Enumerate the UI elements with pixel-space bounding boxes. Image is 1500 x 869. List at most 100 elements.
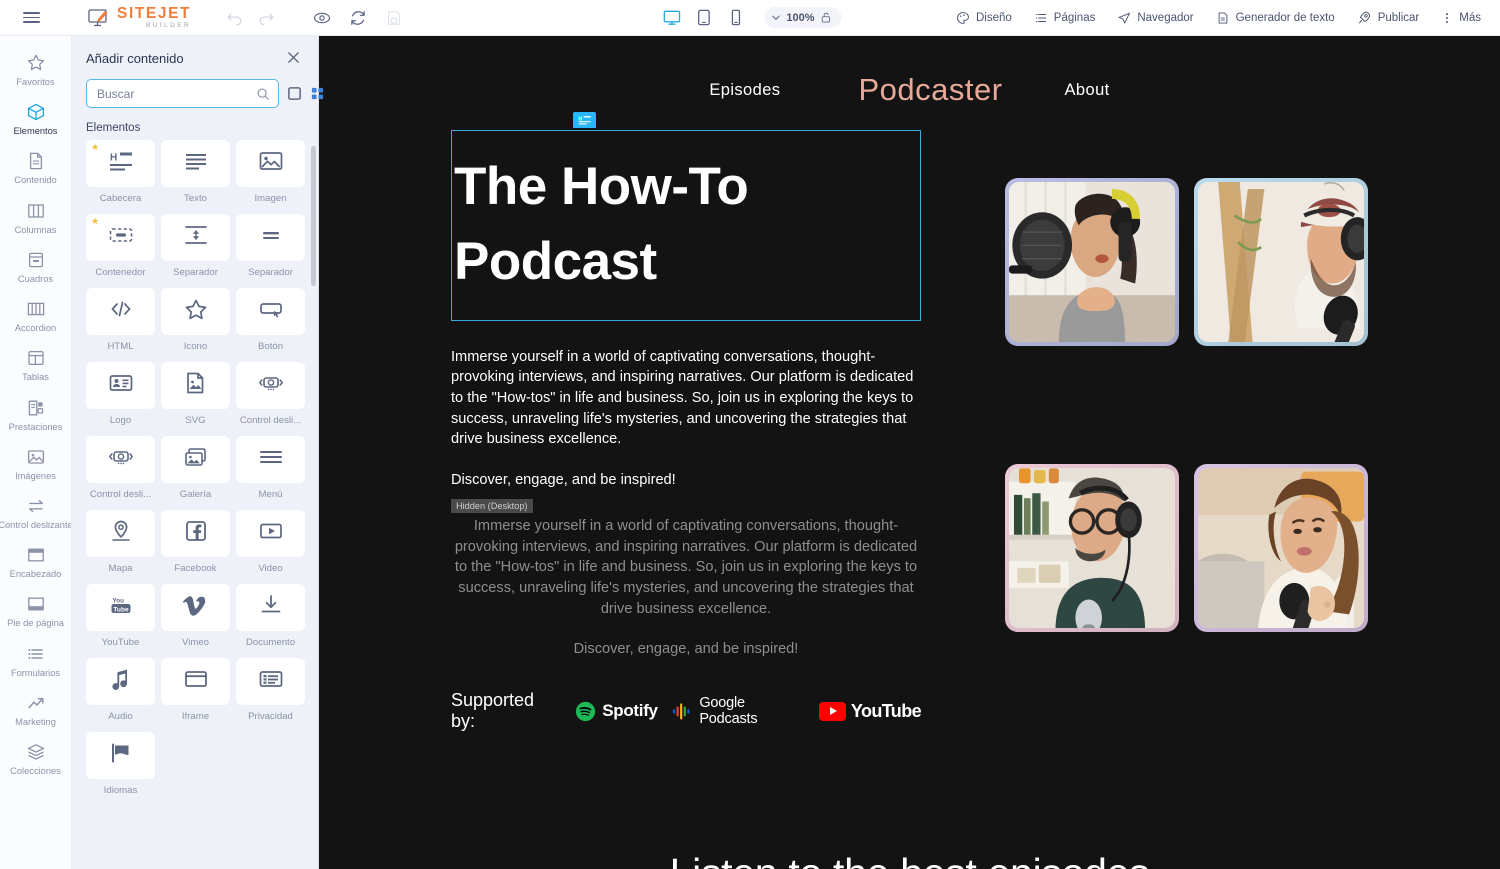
element-tile[interactable]: Separador xyxy=(161,214,230,278)
sidebar-item-columnas[interactable]: Columnas xyxy=(0,194,71,243)
tile-icon-box[interactable] xyxy=(86,436,155,483)
element-tile[interactable]: Separador xyxy=(236,214,305,278)
tile-icon-box[interactable] xyxy=(86,732,155,779)
menu-item-mas[interactable]: Más xyxy=(1430,5,1492,31)
tile-icon-box[interactable] xyxy=(236,584,305,631)
heading-element-icon[interactable]: H xyxy=(573,112,596,128)
sidebar-item-marketing[interactable]: Marketing xyxy=(0,686,71,735)
website-canvas[interactable]: Episodes Podcaster About H The How-To Po… xyxy=(319,36,1500,869)
photo-card[interactable] xyxy=(1194,463,1368,632)
sidebar-item-pie-de-p-gina[interactable]: Pie de página xyxy=(0,587,71,636)
menu-item-paginas[interactable]: Páginas xyxy=(1023,5,1107,31)
tile-icon-box[interactable] xyxy=(161,510,230,557)
youtube-logo[interactable]: YouTube xyxy=(818,701,922,722)
hero-headline[interactable]: The How-To Podcast xyxy=(452,149,920,300)
tile-icon-box[interactable] xyxy=(236,288,305,335)
element-tile[interactable]: Logo xyxy=(86,362,155,426)
element-tile[interactable]: Galería xyxy=(161,436,230,500)
element-tile[interactable]: Vimeo xyxy=(161,584,230,648)
element-tile[interactable]: Control desli... xyxy=(236,362,305,426)
refresh-icon[interactable] xyxy=(343,3,373,33)
sidebar-item-favoritos[interactable]: Favoritos xyxy=(0,46,71,95)
sidebar-item-control-deslizante[interactable]: Control deslizante xyxy=(0,489,71,538)
element-tile[interactable]: Idiomas xyxy=(86,732,155,796)
photo-card[interactable] xyxy=(1005,178,1179,346)
element-tile[interactable]: Video xyxy=(236,510,305,574)
save-file-icon[interactable] xyxy=(379,3,409,33)
tile-icon-box[interactable] xyxy=(236,140,305,187)
tile-icon-box[interactable]: ★ xyxy=(86,214,155,261)
sidebar-item-elementos[interactable]: Elementos xyxy=(0,95,71,144)
close-icon[interactable] xyxy=(283,48,304,69)
sidebar-item-prestaciones[interactable]: Prestaciones xyxy=(0,391,71,440)
hero-tagline[interactable]: Discover, engage, and be inspired! xyxy=(451,470,921,491)
search-input[interactable] xyxy=(87,86,278,101)
sidebar-item-colecciones[interactable]: Colecciones xyxy=(0,735,71,784)
menu-item-navegador[interactable]: Navegador xyxy=(1106,5,1204,31)
section-heading-episodes[interactable]: Listen to the best episodes xyxy=(319,850,1500,869)
unlock-icon[interactable] xyxy=(820,11,833,24)
nav-link-episodes[interactable]: Episodes xyxy=(709,81,780,100)
element-tile[interactable]: ★ H Cabecera xyxy=(86,140,155,204)
tile-icon-box[interactable]: You Tube xyxy=(86,584,155,631)
element-tile[interactable]: Icono xyxy=(161,288,230,352)
undo-icon[interactable] xyxy=(219,3,249,33)
tablet-icon[interactable] xyxy=(690,5,716,31)
tile-icon-box[interactable] xyxy=(236,362,305,409)
tile-icon-box[interactable] xyxy=(86,288,155,335)
panel-scrollbar-thumb[interactable] xyxy=(311,146,316,286)
element-tile[interactable]: Privacidad xyxy=(236,658,305,722)
sidebar-item-accordion[interactable]: Accordion xyxy=(0,292,71,341)
element-tile[interactable]: Facebook xyxy=(161,510,230,574)
element-tile[interactable]: Documento xyxy=(236,584,305,648)
google-podcasts-logo[interactable]: Google Podcasts xyxy=(672,695,805,727)
tile-icon-box[interactable]: ★ H xyxy=(86,140,155,187)
tile-icon-box[interactable] xyxy=(161,584,230,631)
eye-icon[interactable] xyxy=(307,3,337,33)
element-tile[interactable]: Menú xyxy=(236,436,305,500)
element-tile[interactable]: SVG xyxy=(161,362,230,426)
tile-icon-box[interactable] xyxy=(86,362,155,409)
menu-item-publicar[interactable]: Publicar xyxy=(1346,4,1431,31)
single-column-view-icon[interactable] xyxy=(287,85,302,103)
tile-icon-box[interactable] xyxy=(236,510,305,557)
tile-icon-box[interactable] xyxy=(161,214,230,261)
element-tile[interactable]: Control desli... xyxy=(86,436,155,500)
tile-icon-box[interactable] xyxy=(161,658,230,705)
hero-paragraph[interactable]: Immerse yourself in a world of captivati… xyxy=(451,347,921,451)
hamburger-icon[interactable] xyxy=(8,0,54,36)
tile-icon-box[interactable] xyxy=(161,288,230,335)
element-tile[interactable]: HTML xyxy=(86,288,155,352)
elements-scroll-area[interactable]: ★ H Cabecera Texto Imagen ★ Contenedor Separado… xyxy=(72,140,319,869)
tile-icon-box[interactable] xyxy=(86,658,155,705)
sidebar-item-contenido[interactable]: Contenido xyxy=(0,144,71,193)
photo-card[interactable] xyxy=(1194,178,1368,346)
selected-heading-block[interactable]: The How-To Podcast xyxy=(451,130,921,321)
tile-icon-box[interactable] xyxy=(161,436,230,483)
element-tile[interactable]: Audio xyxy=(86,658,155,722)
element-tile[interactable]: Imagen xyxy=(236,140,305,204)
hero-hidden-paragraph[interactable]: Immerse yourself in a world of captivati… xyxy=(451,516,921,620)
phone-icon[interactable] xyxy=(722,5,748,31)
redo-icon[interactable] xyxy=(251,3,281,33)
tile-icon-box[interactable] xyxy=(236,436,305,483)
desktop-icon[interactable] xyxy=(658,5,684,31)
tile-icon-box[interactable] xyxy=(161,140,230,187)
element-tile[interactable]: Botón xyxy=(236,288,305,352)
sidebar-item-im-genes[interactable]: Imágenes xyxy=(0,440,71,489)
zoom-control[interactable]: 100% xyxy=(764,7,842,28)
tile-icon-box[interactable] xyxy=(86,510,155,557)
element-tile[interactable]: Texto xyxy=(161,140,230,204)
menu-item-generador-de-texto[interactable]: Generador de texto xyxy=(1205,5,1346,31)
grid-view-icon[interactable] xyxy=(310,85,325,103)
sidebar-item-formularios[interactable]: Formularios xyxy=(0,637,71,686)
menu-item-diseno[interactable]: Diseño xyxy=(945,5,1023,31)
element-tile[interactable]: Mapa xyxy=(86,510,155,574)
search-box[interactable] xyxy=(86,79,279,108)
nav-link-about[interactable]: About xyxy=(1065,81,1110,100)
spotify-logo[interactable]: Spotify xyxy=(575,701,658,722)
tile-icon-box[interactable] xyxy=(161,362,230,409)
element-tile[interactable]: Iframe xyxy=(161,658,230,722)
sidebar-item-tablas[interactable]: Tablas xyxy=(0,341,71,390)
sidebar-item-encabezado[interactable]: Encabezado xyxy=(0,538,71,587)
